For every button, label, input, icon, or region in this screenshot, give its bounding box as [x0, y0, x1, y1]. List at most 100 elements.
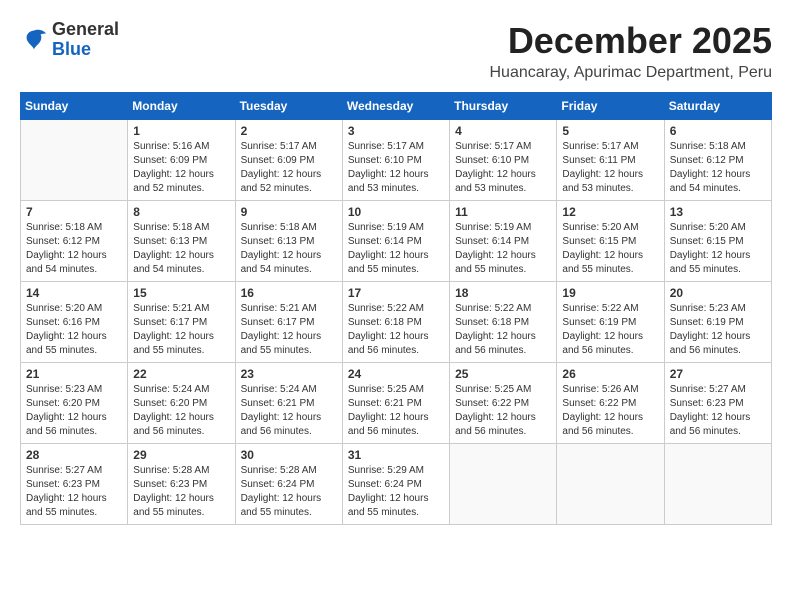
- logo-text: General Blue: [52, 20, 119, 60]
- day-number: 25: [455, 367, 551, 381]
- calendar-day-cell: 15Sunrise: 5:21 AMSunset: 6:17 PMDayligh…: [128, 282, 235, 363]
- calendar-day-cell: [450, 444, 557, 525]
- calendar-day-cell: 24 Sunrise: 5:25 AMSunset: 6:21 PMDayligh…: [342, 363, 449, 444]
- day-number: 11: [455, 205, 551, 219]
- day-detail: Sunrise: 5:25 AMSunset: 6:21 PMDaylight:…: [348, 383, 444, 439]
- day-detail: Sunrise: 5:28 AMSunset: 6:23 PMDaylight:…: [133, 464, 229, 520]
- calendar-week-row: 28 Sunrise: 5:27 AMSunset: 6:23 PMDayligh…: [21, 444, 772, 525]
- day-detail: Sunrise: 5:20 AMSunset: 6:16 PMDaylight:…: [26, 302, 122, 358]
- calendar-day-cell: 19 Sunrise: 5:22 AMSunset: 6:19 PMDayligh…: [557, 282, 664, 363]
- day-detail: Sunrise: 5:22 AMSunset: 6:18 PMDaylight:…: [348, 302, 444, 358]
- day-detail: Sunrise: 5:25 AMSunset: 6:22 PMDaylight:…: [455, 383, 551, 439]
- day-number: 16: [241, 286, 337, 300]
- day-detail: Sunrise: 5:27 AMSunset: 6:23 PMDaylight:…: [670, 383, 766, 439]
- day-number: 1: [133, 124, 229, 138]
- calendar-day-cell: 31Sunrise: 5:29 AMSunset: 6:24 PMDayligh…: [342, 444, 449, 525]
- calendar-day-cell: 14 Sunrise: 5:20 AMSunset: 6:16 PMDayligh…: [21, 282, 128, 363]
- day-number: 23: [241, 367, 337, 381]
- calendar-day-cell: 6Sunrise: 5:18 AMSunset: 6:12 PMDaylight…: [664, 120, 771, 201]
- calendar-day-cell: 5Sunrise: 5:17 AMSunset: 6:11 PMDaylight…: [557, 120, 664, 201]
- calendar-day-cell: 12 Sunrise: 5:20 AMSunset: 6:15 PMDayligh…: [557, 201, 664, 282]
- day-detail: Sunrise: 5:21 AMSunset: 6:17 PMDaylight:…: [241, 302, 337, 358]
- weekday-header: Sunday: [21, 93, 128, 120]
- calendar-day-cell: 30 Sunrise: 5:28 AMSunset: 6:24 PMDayligh…: [235, 444, 342, 525]
- day-number: 26: [562, 367, 658, 381]
- day-detail: Sunrise: 5:18 AMSunset: 6:13 PMDaylight:…: [241, 221, 337, 277]
- page-header: General Blue December 2025 Huancaray, Ap…: [20, 20, 772, 82]
- day-detail: Sunrise: 5:20 AMSunset: 6:15 PMDaylight:…: [562, 221, 658, 277]
- day-detail: Sunrise: 5:26 AMSunset: 6:22 PMDaylight:…: [562, 383, 658, 439]
- day-detail: Sunrise: 5:24 AMSunset: 6:20 PMDaylight:…: [133, 383, 229, 439]
- calendar-day-cell: 4 Sunrise: 5:17 AMSunset: 6:10 PMDaylight…: [450, 120, 557, 201]
- day-number: 7: [26, 205, 122, 219]
- day-number: 30: [241, 448, 337, 462]
- calendar-day-cell: 3 Sunrise: 5:17 AMSunset: 6:10 PMDaylight…: [342, 120, 449, 201]
- day-detail: Sunrise: 5:24 AMSunset: 6:21 PMDaylight:…: [241, 383, 337, 439]
- calendar-table: SundayMondayTuesdayWednesdayThursdayFrid…: [20, 92, 772, 525]
- location-title: Huancaray, Apurimac Department, Peru: [490, 64, 773, 82]
- weekday-header: Saturday: [664, 93, 771, 120]
- day-detail: Sunrise: 5:18 AMSunset: 6:12 PMDaylight:…: [670, 140, 766, 196]
- calendar-day-cell: 9 Sunrise: 5:18 AMSunset: 6:13 PMDaylight…: [235, 201, 342, 282]
- calendar-day-cell: 11 Sunrise: 5:19 AMSunset: 6:14 PMDayligh…: [450, 201, 557, 282]
- day-number: 12: [562, 205, 658, 219]
- day-number: 15: [133, 286, 229, 300]
- day-number: 29: [133, 448, 229, 462]
- day-detail: Sunrise: 5:17 AMSunset: 6:10 PMDaylight:…: [348, 140, 444, 196]
- day-number: 4: [455, 124, 551, 138]
- day-number: 17: [348, 286, 444, 300]
- calendar-day-cell: 17 Sunrise: 5:22 AMSunset: 6:18 PMDayligh…: [342, 282, 449, 363]
- day-detail: Sunrise: 5:27 AMSunset: 6:23 PMDaylight:…: [26, 464, 122, 520]
- day-number: 9: [241, 205, 337, 219]
- calendar-day-cell: 21Sunrise: 5:23 AMSunset: 6:20 PMDayligh…: [21, 363, 128, 444]
- calendar-day-cell: 25 Sunrise: 5:25 AMSunset: 6:22 PMDayligh…: [450, 363, 557, 444]
- weekday-header: Wednesday: [342, 93, 449, 120]
- calendar-day-cell: 7Sunrise: 5:18 AMSunset: 6:12 PMDaylight…: [21, 201, 128, 282]
- day-detail: Sunrise: 5:22 AMSunset: 6:19 PMDaylight:…: [562, 302, 658, 358]
- day-detail: Sunrise: 5:17 AMSunset: 6:10 PMDaylight:…: [455, 140, 551, 196]
- day-number: 3: [348, 124, 444, 138]
- calendar-day-cell: 13 Sunrise: 5:20 AMSunset: 6:15 PMDayligh…: [664, 201, 771, 282]
- weekday-header: Tuesday: [235, 93, 342, 120]
- day-number: 18: [455, 286, 551, 300]
- day-number: 14: [26, 286, 122, 300]
- day-number: 31: [348, 448, 444, 462]
- calendar-day-cell: [664, 444, 771, 525]
- calendar-day-cell: 23 Sunrise: 5:24 AMSunset: 6:21 PMDayligh…: [235, 363, 342, 444]
- day-number: 13: [670, 205, 766, 219]
- calendar-day-cell: [557, 444, 664, 525]
- day-detail: Sunrise: 5:28 AMSunset: 6:24 PMDaylight:…: [241, 464, 337, 520]
- day-number: 8: [133, 205, 229, 219]
- day-number: 20: [670, 286, 766, 300]
- calendar-day-cell: 28 Sunrise: 5:27 AMSunset: 6:23 PMDayligh…: [21, 444, 128, 525]
- calendar-day-cell: 18Sunrise: 5:22 AMSunset: 6:18 PMDayligh…: [450, 282, 557, 363]
- calendar-day-cell: 16 Sunrise: 5:21 AMSunset: 6:17 PMDayligh…: [235, 282, 342, 363]
- calendar-day-cell: [21, 120, 128, 201]
- day-number: 19: [562, 286, 658, 300]
- day-number: 2: [241, 124, 337, 138]
- day-detail: Sunrise: 5:23 AMSunset: 6:20 PMDaylight:…: [26, 383, 122, 439]
- calendar-week-row: 1 Sunrise: 5:16 AMSunset: 6:09 PMDaylight…: [21, 120, 772, 201]
- day-detail: Sunrise: 5:20 AMSunset: 6:15 PMDaylight:…: [670, 221, 766, 277]
- calendar-week-row: 21Sunrise: 5:23 AMSunset: 6:20 PMDayligh…: [21, 363, 772, 444]
- day-number: 27: [670, 367, 766, 381]
- weekday-header: Monday: [128, 93, 235, 120]
- day-detail: Sunrise: 5:19 AMSunset: 6:14 PMDaylight:…: [348, 221, 444, 277]
- day-detail: Sunrise: 5:23 AMSunset: 6:19 PMDaylight:…: [670, 302, 766, 358]
- calendar-day-cell: 22Sunrise: 5:24 AMSunset: 6:20 PMDayligh…: [128, 363, 235, 444]
- day-number: 28: [26, 448, 122, 462]
- calendar-day-cell: 2 Sunrise: 5:17 AMSunset: 6:09 PMDaylight…: [235, 120, 342, 201]
- calendar-day-cell: 1 Sunrise: 5:16 AMSunset: 6:09 PMDaylight…: [128, 120, 235, 201]
- calendar-day-cell: 20 Sunrise: 5:23 AMSunset: 6:19 PMDayligh…: [664, 282, 771, 363]
- logo: General Blue: [20, 20, 119, 60]
- day-detail: Sunrise: 5:17 AMSunset: 6:11 PMDaylight:…: [562, 140, 658, 196]
- title-section: December 2025 Huancaray, Apurimac Depart…: [490, 20, 773, 82]
- day-detail: Sunrise: 5:19 AMSunset: 6:14 PMDaylight:…: [455, 221, 551, 277]
- day-detail: Sunrise: 5:17 AMSunset: 6:09 PMDaylight:…: [241, 140, 337, 196]
- day-number: 24: [348, 367, 444, 381]
- calendar-day-cell: 27 Sunrise: 5:27 AMSunset: 6:23 PMDayligh…: [664, 363, 771, 444]
- day-detail: Sunrise: 5:16 AMSunset: 6:09 PMDaylight:…: [133, 140, 229, 196]
- day-detail: Sunrise: 5:18 AMSunset: 6:13 PMDaylight:…: [133, 221, 229, 277]
- weekday-header: Friday: [557, 93, 664, 120]
- weekday-header-row: SundayMondayTuesdayWednesdayThursdayFrid…: [21, 93, 772, 120]
